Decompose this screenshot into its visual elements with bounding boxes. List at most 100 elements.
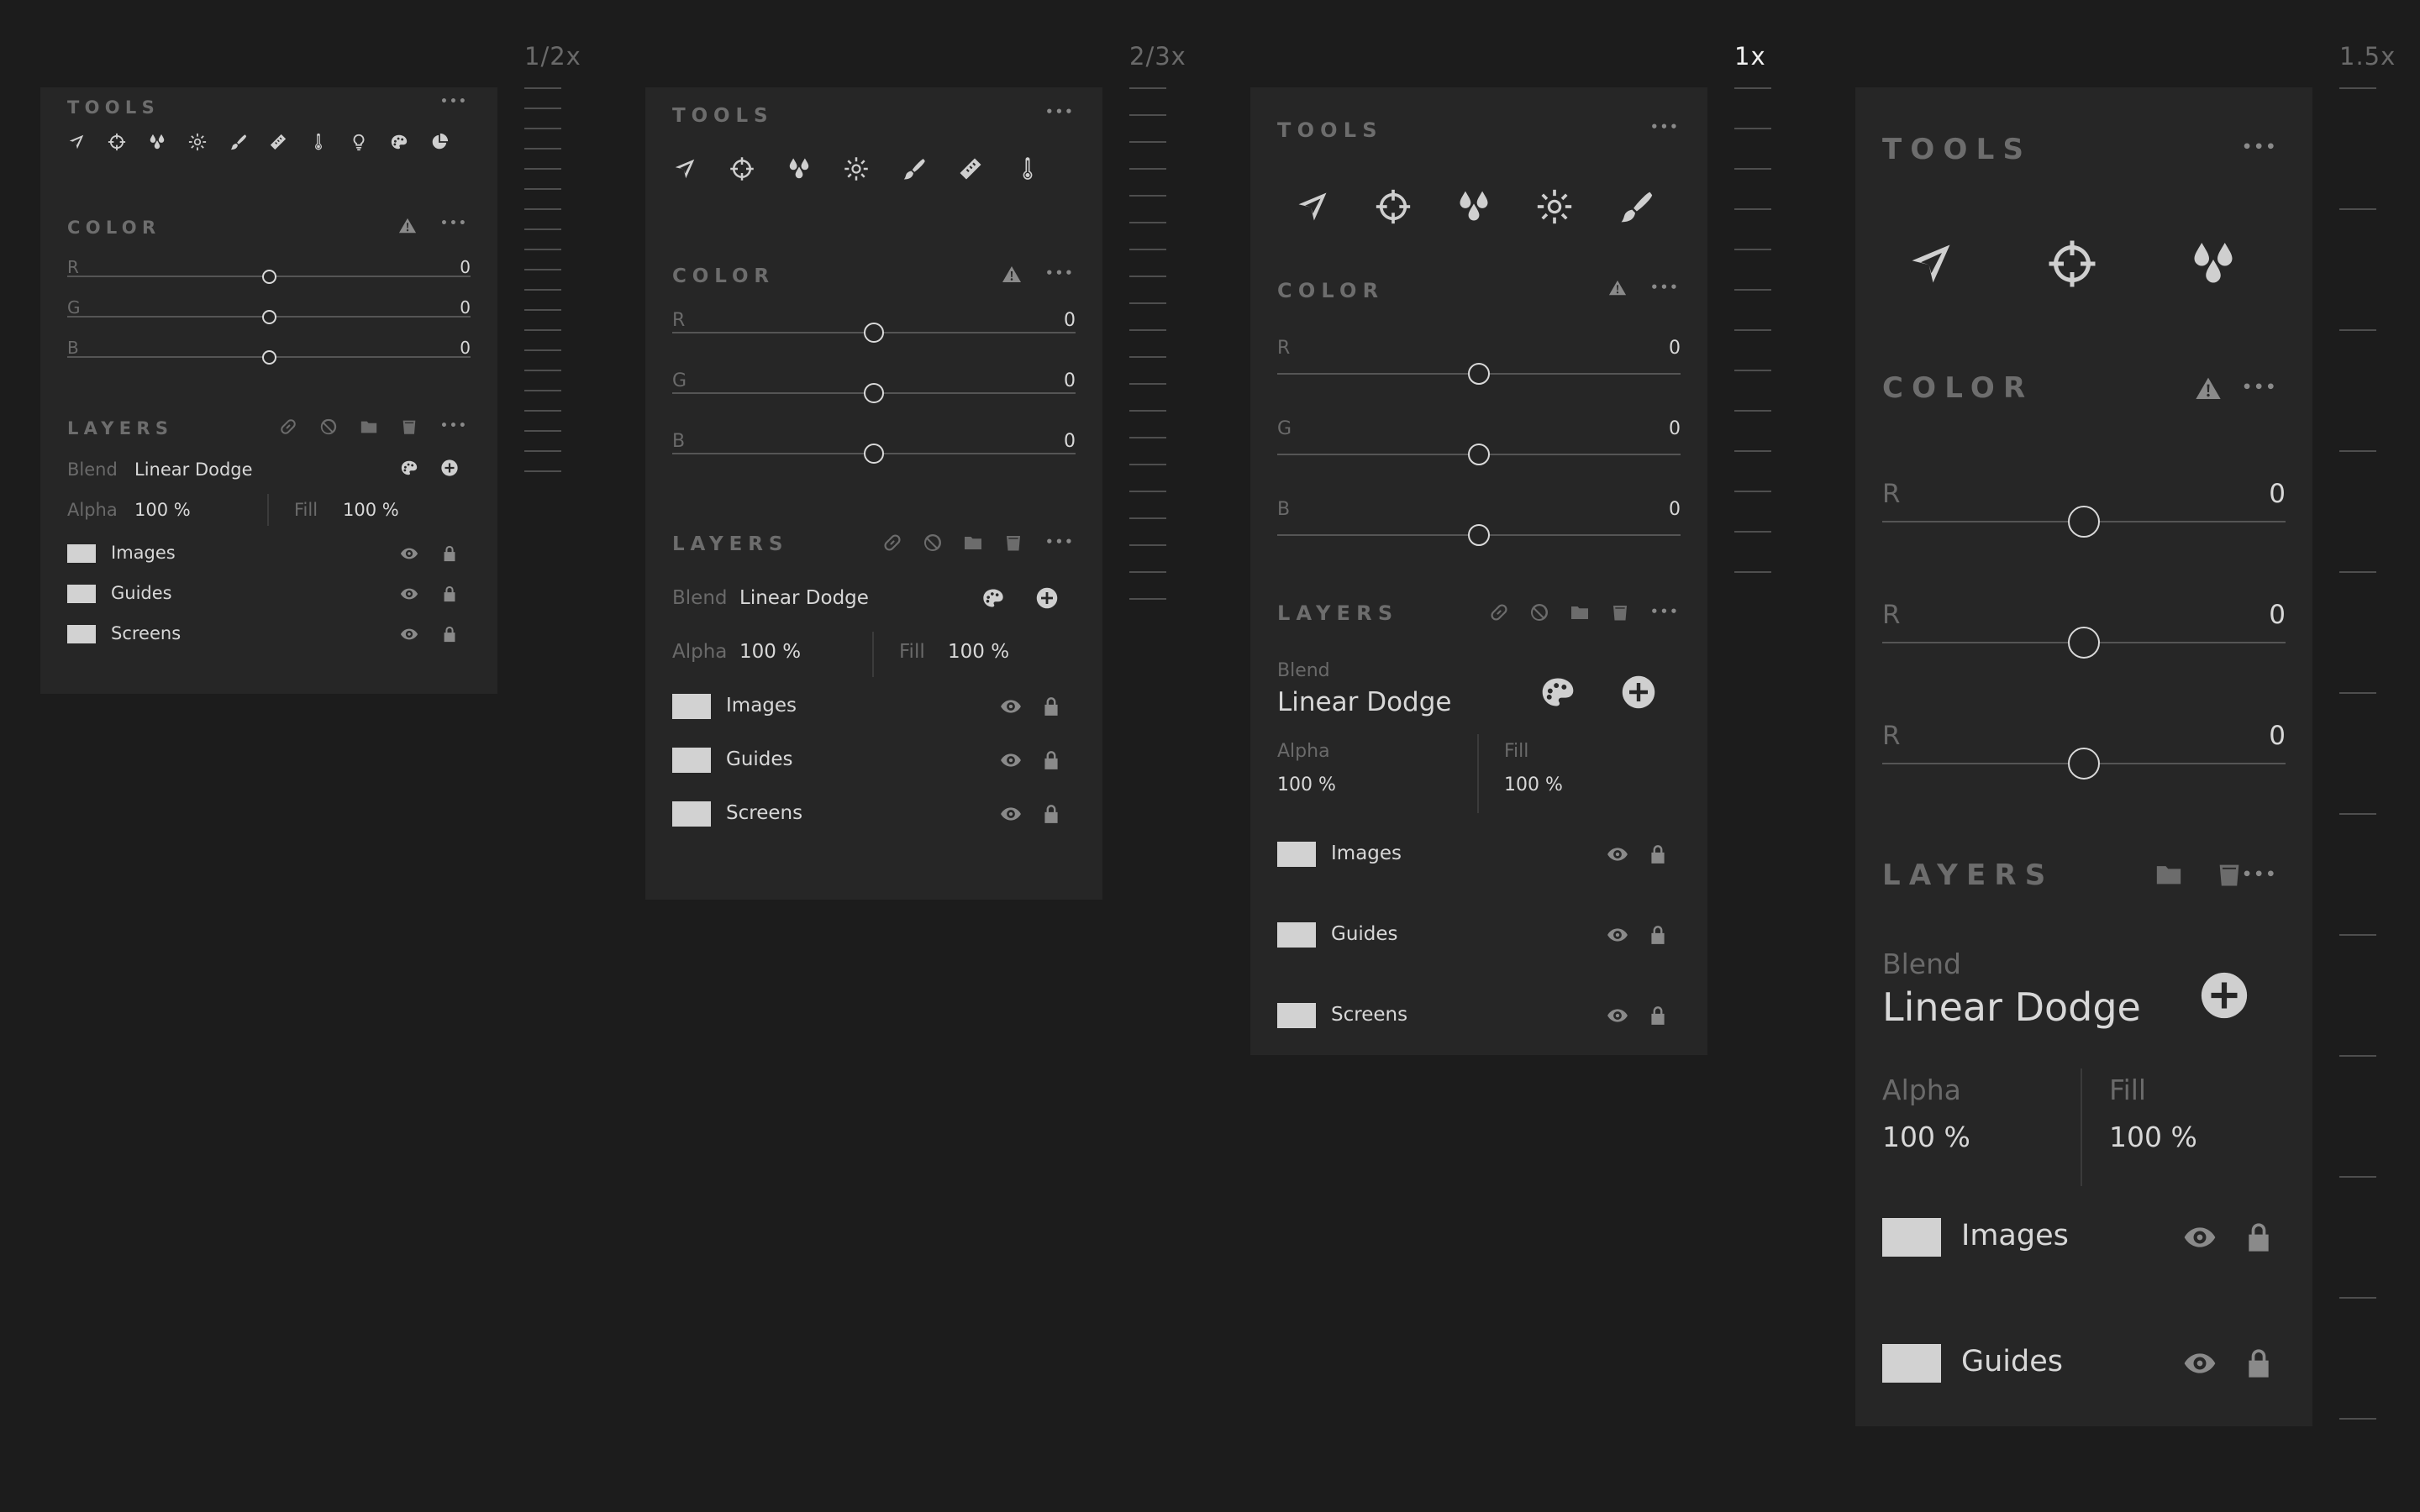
color-more-button[interactable]: ••• <box>1045 267 1075 280</box>
eye-icon[interactable] <box>1000 749 1022 771</box>
layer-thumbnail[interactable] <box>1277 1003 1316 1028</box>
navigate-icon[interactable] <box>67 133 86 151</box>
add-icon[interactable] <box>1035 586 1059 610</box>
slider-knob[interactable] <box>2068 506 2100 538</box>
slider-knob[interactable] <box>864 383 884 403</box>
lock-icon[interactable] <box>1040 696 1062 717</box>
layer-thumbnail[interactable] <box>1277 842 1316 867</box>
navigate-icon[interactable] <box>1906 239 1956 289</box>
link-icon[interactable] <box>1489 602 1509 622</box>
lock-icon[interactable] <box>440 585 459 603</box>
slider-knob[interactable] <box>261 309 276 324</box>
channel-value[interactable]: 0 <box>2235 721 2286 751</box>
layer-name[interactable]: Screens <box>726 802 802 824</box>
palette-icon[interactable] <box>390 133 408 151</box>
layer-name[interactable]: Images <box>1331 843 1402 864</box>
color-more-button[interactable]: ••• <box>440 218 468 229</box>
slider-knob[interactable] <box>1468 444 1490 465</box>
ban-icon[interactable] <box>923 533 943 553</box>
layer-thumbnail[interactable] <box>672 748 711 773</box>
slider-knob[interactable] <box>864 444 884 464</box>
alpha-input[interactable]: 100 % <box>134 500 191 520</box>
navigate-icon[interactable] <box>672 156 697 181</box>
crosshair-icon[interactable] <box>1375 188 1412 225</box>
fill-input[interactable]: 100 % <box>948 641 1009 663</box>
layer-name[interactable]: Images <box>726 695 797 717</box>
droplets-icon[interactable] <box>148 133 166 151</box>
ban-icon[interactable] <box>1529 602 1549 622</box>
palette-icon[interactable] <box>981 586 1005 610</box>
slider-knob[interactable] <box>261 349 276 365</box>
brightness-icon[interactable] <box>844 156 869 181</box>
folder-icon[interactable] <box>963 533 983 553</box>
layer-name[interactable]: Guides <box>726 748 793 770</box>
layer-thumbnail[interactable] <box>1882 1344 1941 1383</box>
layer-name[interactable]: Guides <box>111 583 172 603</box>
folder-icon[interactable] <box>360 417 378 436</box>
add-icon[interactable] <box>1620 674 1657 711</box>
droplets-icon[interactable] <box>2188 239 2238 289</box>
droplets-icon[interactable] <box>1455 188 1492 225</box>
blend-mode-select[interactable]: Linear Dodge <box>134 459 253 480</box>
slider-knob[interactable] <box>864 323 884 343</box>
trash-icon[interactable] <box>1003 533 1023 553</box>
channel-value[interactable]: 0 <box>1630 418 1681 439</box>
eye-icon[interactable] <box>400 544 418 563</box>
alpha-input[interactable]: 100 % <box>739 641 801 663</box>
lock-icon[interactable] <box>1040 749 1062 771</box>
thermometer-icon[interactable] <box>1015 156 1040 181</box>
brush-icon[interactable] <box>901 156 926 181</box>
layer-thumbnail[interactable] <box>672 801 711 827</box>
eye-icon[interactable] <box>1607 924 1628 946</box>
lock-icon[interactable] <box>1040 803 1062 825</box>
layer-thumbnail[interactable] <box>672 694 711 719</box>
eye-icon[interactable] <box>1000 696 1022 717</box>
lock-icon[interactable] <box>440 625 459 643</box>
alpha-input[interactable]: 100 % <box>1277 774 1336 795</box>
folder-icon[interactable] <box>2154 860 2183 889</box>
tools-more-button[interactable]: ••• <box>1650 121 1680 134</box>
trash-icon[interactable] <box>1610 602 1630 622</box>
layer-thumbnail[interactable] <box>67 544 96 563</box>
fill-input[interactable]: 100 % <box>1504 774 1563 795</box>
blend-mode-select[interactable]: Linear Dodge <box>1882 984 2141 1030</box>
layer-thumbnail[interactable] <box>67 585 96 603</box>
channel-value[interactable]: 0 <box>420 297 471 318</box>
crosshair-icon[interactable] <box>108 133 126 151</box>
channel-value[interactable]: 0 <box>1630 338 1681 359</box>
fill-input[interactable]: 100 % <box>2109 1121 2197 1153</box>
layers-more-button[interactable]: ••• <box>1650 606 1680 618</box>
ruler-icon[interactable] <box>269 133 287 151</box>
slider-knob[interactable] <box>1468 363 1490 385</box>
color-more-button[interactable]: ••• <box>2242 380 2277 396</box>
layer-name[interactable]: Guides <box>1331 923 1398 945</box>
thermometer-icon[interactable] <box>309 133 328 151</box>
crosshair-icon[interactable] <box>2047 239 2097 289</box>
warning-icon[interactable] <box>398 217 417 235</box>
channel-value[interactable]: 0 <box>1025 310 1076 331</box>
brightness-icon[interactable] <box>188 133 207 151</box>
slider-knob[interactable] <box>1468 524 1490 546</box>
eye-icon[interactable] <box>2183 1347 2217 1380</box>
eye-icon[interactable] <box>1000 803 1022 825</box>
eye-icon[interactable] <box>400 625 418 643</box>
eye-icon[interactable] <box>400 585 418 603</box>
layer-thumbnail[interactable] <box>1882 1218 1941 1257</box>
layer-name[interactable]: Screens <box>1331 1004 1407 1026</box>
palette-icon[interactable] <box>400 459 418 477</box>
link-icon[interactable] <box>279 417 297 436</box>
warning-icon[interactable] <box>1002 265 1022 285</box>
lock-icon[interactable] <box>440 544 459 563</box>
navigate-icon[interactable] <box>1294 188 1331 225</box>
channel-value[interactable]: 0 <box>1025 431 1076 452</box>
brush-icon[interactable] <box>229 133 247 151</box>
layer-name[interactable]: Screens <box>111 623 181 643</box>
warning-icon[interactable] <box>2195 375 2222 402</box>
lock-icon[interactable] <box>1647 924 1669 946</box>
layers-more-button[interactable]: ••• <box>2242 867 2277 883</box>
channel-value[interactable]: 0 <box>1630 499 1681 520</box>
layer-thumbnail[interactable] <box>1277 922 1316 948</box>
tools-more-button[interactable]: ••• <box>440 96 468 108</box>
channel-value[interactable]: 0 <box>420 257 471 277</box>
bulb-icon[interactable] <box>350 133 368 151</box>
